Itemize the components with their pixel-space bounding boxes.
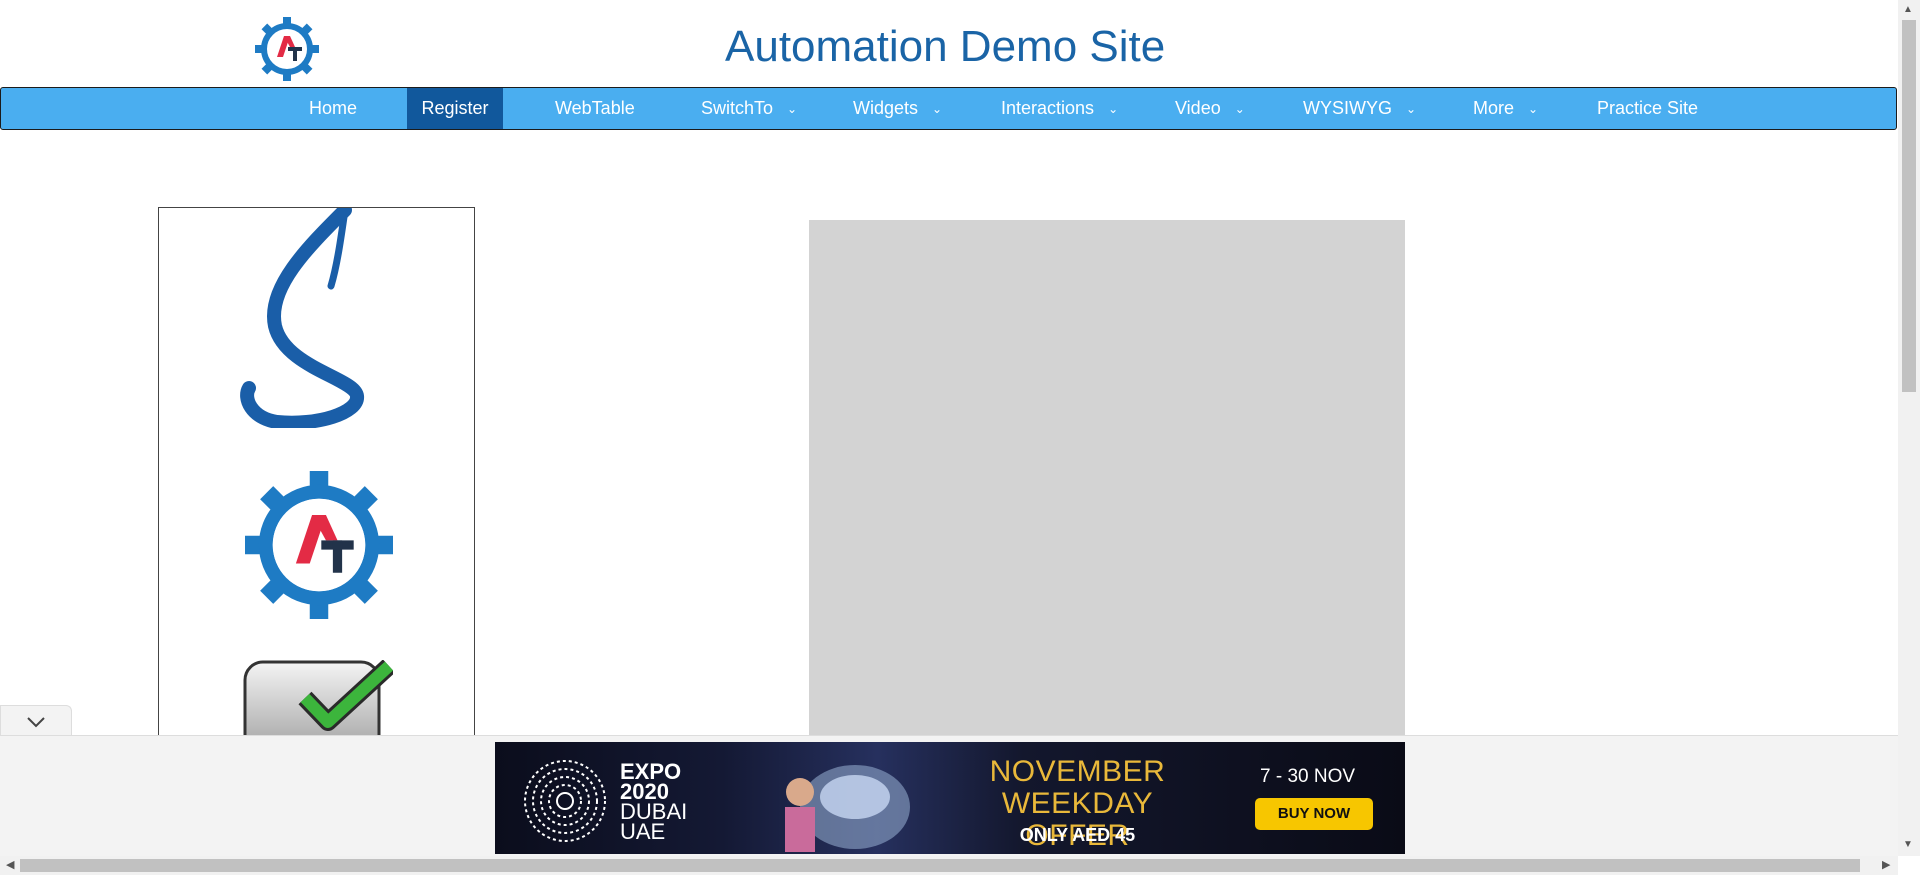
horizontal-scrollbar[interactable]: ◀ ▶ (0, 856, 1898, 875)
expo-line: UAE (620, 819, 666, 844)
page-title: Automation Demo Site (725, 22, 1166, 71)
scroll-down-icon[interactable]: ▼ (1903, 839, 1913, 850)
nav-interactions[interactable]: Interactions ⌄ (1001, 88, 1118, 129)
offer-line: NOVEMBER (989, 755, 1166, 788)
expo-text: EXPO 2020 DUBAI UAE (620, 761, 687, 844)
site-header: Automation Demo Site (0, 0, 1898, 86)
nav-label: Interactions (1001, 98, 1095, 118)
scroll-right-icon[interactable]: ▶ (1882, 858, 1890, 871)
nav-practice-site[interactable]: Practice Site (1597, 88, 1698, 129)
s-logo-icon (240, 208, 364, 428)
nav-label: SwitchTo (701, 98, 774, 118)
nav-home[interactable]: Home (309, 88, 357, 129)
price-text: ONLY AED 45 (1019, 825, 1136, 845)
checkbox-check-icon (243, 660, 393, 736)
logo-panel (158, 207, 475, 737)
chevron-down-icon: ⌄ (1528, 101, 1539, 116)
collapse-ad-button[interactable] (0, 705, 72, 736)
chevron-down-icon (27, 717, 45, 728)
nav-label: Register (421, 98, 489, 118)
nav-label: More (1473, 98, 1515, 118)
ad-banner[interactable]: EXPO 2020 DUBAI UAE NOVEMBER WEEKDAY OFF… (495, 742, 1405, 854)
scroll-left-icon[interactable]: ◀ (6, 858, 14, 871)
at-gear-logo-icon (245, 471, 393, 619)
buy-now-button[interactable]: BUY NOW (1255, 798, 1373, 830)
chevron-down-icon: ⌄ (1406, 101, 1417, 116)
nav-register[interactable]: Register (407, 88, 503, 129)
main-navbar: Home Register WebTable SwitchTo ⌄ Widgets… (0, 87, 1897, 130)
chevron-down-icon: ⌄ (1108, 101, 1119, 116)
chevron-down-icon: ⌄ (787, 101, 798, 116)
chevron-down-icon: ⌄ (932, 101, 943, 116)
chevron-down-icon: ⌄ (1234, 101, 1245, 116)
scroll-up-icon[interactable]: ▲ (1903, 4, 1913, 15)
nav-label: WYSIWYG (1303, 98, 1392, 118)
nav-webtable[interactable]: WebTable (555, 88, 635, 129)
nav-label: WebTable (555, 98, 635, 118)
nav-widgets[interactable]: Widgets ⌄ (853, 88, 942, 129)
nav-wysiwyg[interactable]: WYSIWYG ⌄ (1303, 88, 1416, 129)
placeholder-frame (809, 220, 1405, 738)
snowglobe-image (785, 765, 910, 852)
scroll-thumb[interactable] (20, 859, 1860, 872)
expo-logo-icon (524, 760, 606, 842)
nav-label: Widgets (853, 98, 919, 118)
nav-label: Home (309, 98, 358, 118)
nav-label: Video (1175, 98, 1221, 118)
nav-switchto[interactable]: SwitchTo ⌄ (701, 88, 797, 129)
nav-video[interactable]: Video ⌄ (1175, 88, 1245, 129)
vertical-scrollbar[interactable]: ▲ ▼ (1898, 0, 1920, 856)
scroll-thumb[interactable] (1902, 20, 1916, 392)
dates-text: 7 - 30 NOV (1260, 766, 1356, 787)
nav-more[interactable]: More ⌄ (1473, 88, 1538, 129)
nav-label: Practice Site (1597, 98, 1699, 118)
site-logo-icon[interactable] (255, 17, 319, 81)
